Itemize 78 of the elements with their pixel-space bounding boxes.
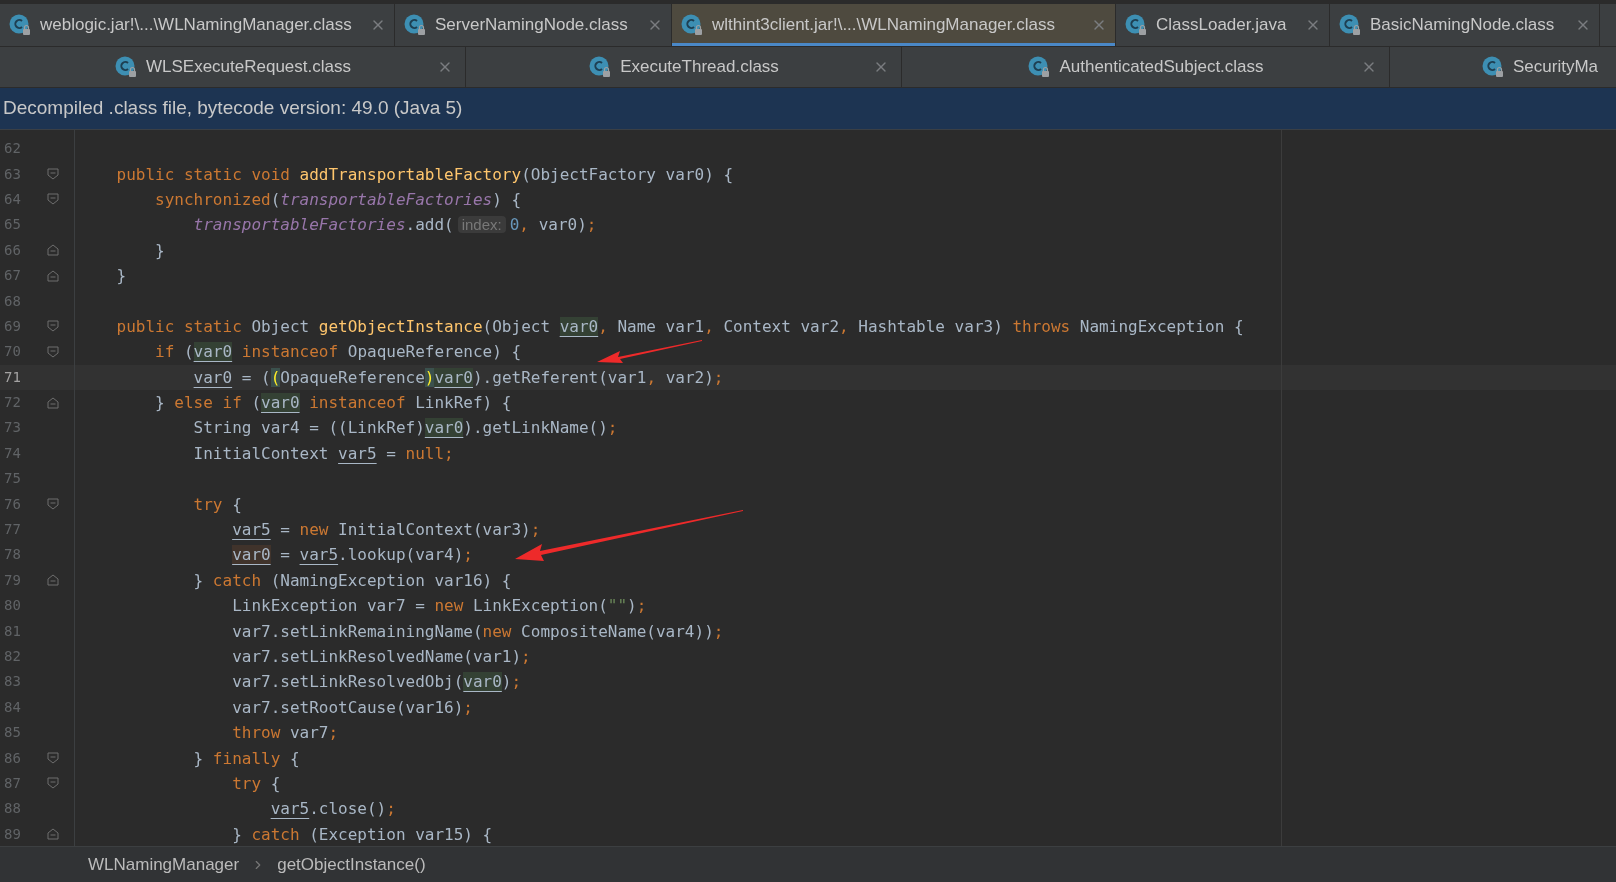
line-number: 85 [3,723,22,743]
line-number: 83 [3,672,22,692]
line-number: 79 [3,570,22,590]
fold-icon[interactable] [47,498,59,511]
class-file-icon [1481,55,1505,79]
line-number: 65 [3,215,22,235]
line-number: 89 [3,824,22,844]
line-number: 67 [3,266,22,286]
decompiled-banner: Decompiled .class file, bytecode version: 49.0 (Java 5) [0,88,1616,130]
line-number: 86 [3,748,22,768]
code-line: } catch (NamingException var16) { [192,569,512,592]
class-file-icon [8,13,32,37]
code-line: throw var7; [231,722,339,745]
line-number: 75 [3,469,22,489]
class-file-icon [403,13,427,37]
line-number: 62 [3,139,22,159]
code-line: transportableFactories.add( index: 0, var0); [192,214,597,237]
fold-icon[interactable] [47,828,59,841]
code-line: } else if (var0 instanceof LinkRef) { [154,392,512,415]
line-number: 64 [3,189,22,209]
fold-icon[interactable] [47,752,59,765]
fold-icon[interactable] [47,193,59,206]
line-number: 77 [3,520,22,540]
code-line: var5.close(); [269,798,396,821]
line-number: 84 [3,697,22,717]
code-line: var7.setLinkRemainingName(new CompositeName(var4)); [231,620,724,643]
line-number: 70 [3,342,22,362]
code-line: var0 = var5.lookup(var4); [231,544,473,567]
line-number: 66 [3,240,22,260]
breadcrumb-item[interactable]: getObjectInstance() [277,851,426,878]
fold-icon[interactable] [47,269,59,282]
line-number: 63 [3,164,22,184]
line-number: 87 [3,773,22,793]
line-number: 88 [3,799,22,819]
line-number: 69 [3,316,22,336]
class-file-icon [1124,13,1148,37]
code-line: } [115,265,127,288]
line-number: 72 [3,393,22,413]
fold-icon[interactable] [47,345,59,358]
code-line: InitialContext var5 = null; [192,442,454,465]
code-line: public static Object getObjectInstance(Object var0, Name var1, Context var2, Hashtable var3) throws NamingException { [115,315,1244,338]
code-line: if (var0 instanceof OpaqueReference) { [154,341,522,364]
code-line: LinkException var7 = new LinkException(""); [231,595,647,618]
class-file-icon [113,55,138,79]
breadcrumb-item[interactable]: WLNamingManager [88,851,240,878]
fold-icon[interactable] [47,396,59,409]
line-number: 80 [3,596,22,616]
line-number: 76 [3,494,22,514]
fold-icon[interactable] [47,777,59,790]
code-line: var5 = new InitialContext(var3); [231,519,541,542]
line-number: 68 [3,291,22,311]
fold-icon[interactable] [47,168,59,181]
class-file-icon [588,55,613,79]
code-line: } catch (Exception var15) { [231,823,493,846]
code-line: var7.setLinkResolvedName(var1); [231,646,531,668]
class-file-icon [1027,55,1052,79]
code-line: var7.setLinkResolvedObj(var0); [231,671,522,694]
code-line: } [154,239,165,262]
line-number: 73 [3,418,22,438]
code-line: var0 = ((OpaqueReference)var0).getReferent(var1, var2); [192,366,724,389]
class-file-icon [1338,13,1362,37]
code-line: try { [231,772,281,795]
class-file-icon [680,13,704,37]
fold-icon[interactable] [47,320,59,333]
code-line: public static void addTransportableFactory(ObjectFactory var0) { [115,163,734,186]
fold-icon[interactable] [47,574,59,587]
line-number: 71 [3,367,22,387]
line-number: 82 [3,647,22,666]
line-number: 78 [3,545,22,565]
code-line: } finally { [192,747,300,770]
code-line: synchronized(transportableFactories) { [154,188,522,211]
editor-tab[interactable]: wlthint3client.jar!\...\WLNamingManager.class [672,4,1116,46]
line-number: 81 [3,621,22,641]
code-line: var7.setRootCause(var16); [231,696,473,719]
line-number: 74 [3,443,22,463]
code-line: try { [192,493,242,516]
fold-icon[interactable] [47,244,59,257]
code-line: String var4 = ((LinkRef)var0).getLinkName(); [192,417,618,440]
